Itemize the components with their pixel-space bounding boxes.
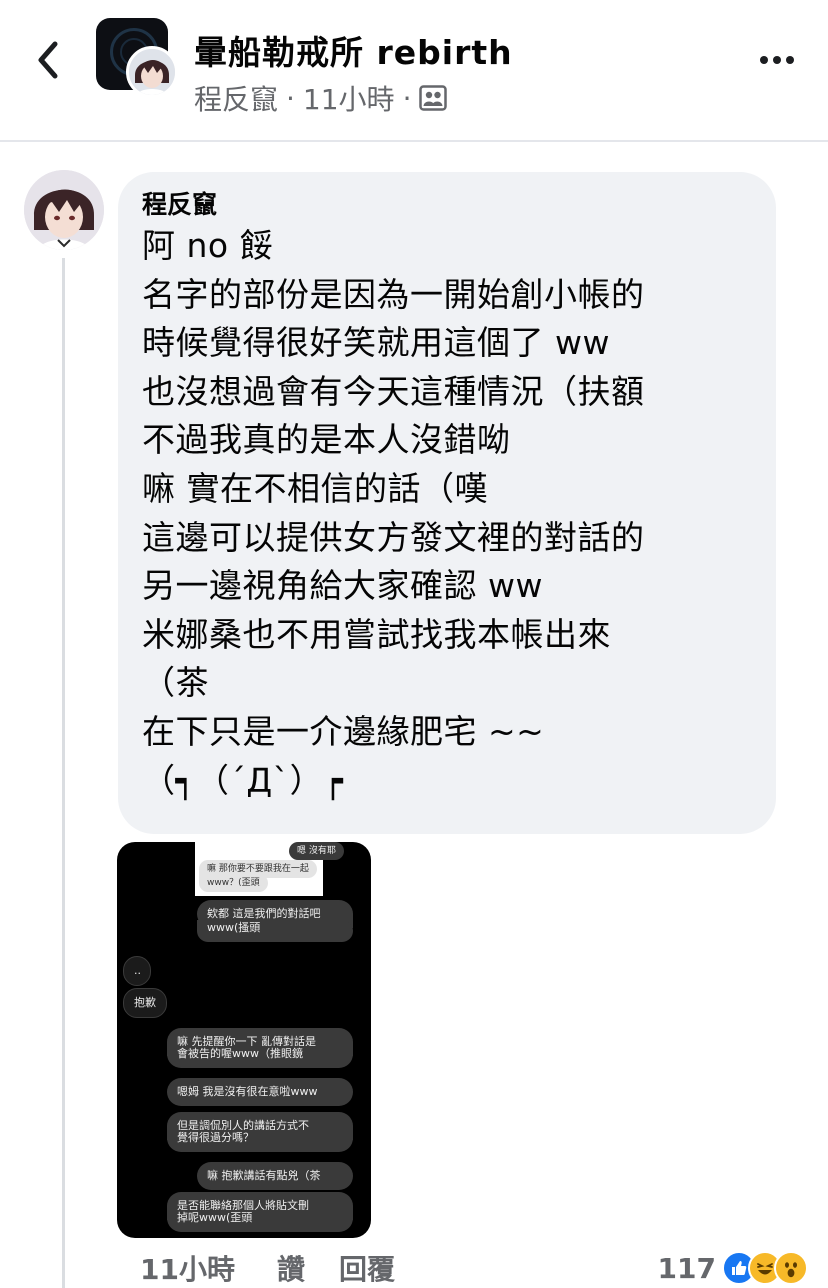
more-dot xyxy=(773,56,781,64)
group-name[interactable]: 暈船勒戒所 rebirth xyxy=(194,26,513,74)
comment-line: 不過我真的是本人沒錯呦 xyxy=(142,420,511,460)
more-options-button[interactable] xyxy=(760,54,800,66)
reply-button[interactable]: 回覆 xyxy=(339,1248,395,1288)
attached-chat-screenshot[interactable]: 嗯 沒有耶 嘛 那你要不要跟我在一起 www？(歪頭 欸都 這是我們的對話吧 w… xyxy=(117,842,371,1238)
more-dot xyxy=(760,56,768,64)
chat-message: 掉呢www(歪頭 xyxy=(167,1210,353,1232)
chat-message: 嗯姆 我是沒有很在意啦www xyxy=(167,1078,353,1106)
more-dot xyxy=(786,56,794,64)
chat-message: 嗯 沒有耶 xyxy=(289,842,344,860)
comment-line: 也沒想過會有今天這種情況（扶額 xyxy=(142,371,645,411)
comment-line: 在下只是一介邊緣肥宅 ~~ xyxy=(142,711,545,751)
comment-bubble: 程反竄 阿 no 餒 名字的部份是因為一開始創小帳的 時候覺得很好笑就用這個了 … xyxy=(118,172,776,834)
chat-message: www(搔頭 xyxy=(197,920,353,942)
poster-avatar[interactable] xyxy=(126,46,178,98)
thread-line xyxy=(62,258,65,1288)
back-button[interactable] xyxy=(28,38,68,82)
anime-avatar-icon xyxy=(129,49,175,95)
comment-line: 阿 no 餒 xyxy=(142,226,274,265)
comment-line: 名字的部份是因為一開始創小帳的 xyxy=(142,274,645,314)
comment-line: 嘛 實在不相信的話（嘆 xyxy=(142,468,488,508)
separator: · xyxy=(402,81,412,115)
chat-message: .. xyxy=(123,956,151,986)
comment-line: （┑（´Д`）┍ xyxy=(142,760,344,800)
chat-message: 嘛 抱歉講話有點兇（茶 xyxy=(197,1162,353,1190)
post-meta: 程反竄 · 11小時 · xyxy=(194,78,448,118)
like-button[interactable]: 讚 xyxy=(277,1248,305,1288)
separator: · xyxy=(286,81,295,115)
comment-line: 另一邊視角給大家確認 ww xyxy=(142,566,543,606)
comment-author[interactable]: 程反竄 xyxy=(142,188,754,222)
chat-message: 抱歉 xyxy=(123,988,167,1018)
reaction-count: 117 xyxy=(657,1251,716,1285)
chat-message: 會被告的喔www（推眼鏡 xyxy=(167,1046,353,1068)
post-time[interactable]: 11小時 xyxy=(303,78,395,118)
post-header: 暈船勒戒所 rebirth 程反竄 · 11小時 · xyxy=(0,0,828,142)
chevron-left-icon xyxy=(38,41,58,79)
reaction-summary[interactable]: 117 xyxy=(658,1248,808,1288)
comment-body: 阿 no 餒 名字的部份是因為一開始創小帳的 時候覺得很好笑就用這個了 ww 也… xyxy=(142,222,754,805)
comment-line: 這邊可以提供女方發文裡的對話的 xyxy=(142,517,645,557)
chat-message: 覺得很過分嗎？ xyxy=(167,1130,353,1152)
comment-line: 米娜桑也不用嘗試找我本帳出來 xyxy=(142,614,611,654)
wow-reaction-icon xyxy=(774,1251,808,1285)
poster-name[interactable]: 程反竄 xyxy=(194,78,278,118)
comment-time[interactable]: 11小時 xyxy=(140,1248,235,1288)
anime-avatar-icon xyxy=(24,170,104,250)
group-members-icon xyxy=(419,85,448,111)
commenter-avatar[interactable] xyxy=(24,170,104,250)
chat-message: www？(歪頭 xyxy=(199,874,268,892)
comment-line: （茶 xyxy=(142,663,209,703)
comment-line: 時候覺得很好笑就用這個了 ww xyxy=(142,323,610,363)
